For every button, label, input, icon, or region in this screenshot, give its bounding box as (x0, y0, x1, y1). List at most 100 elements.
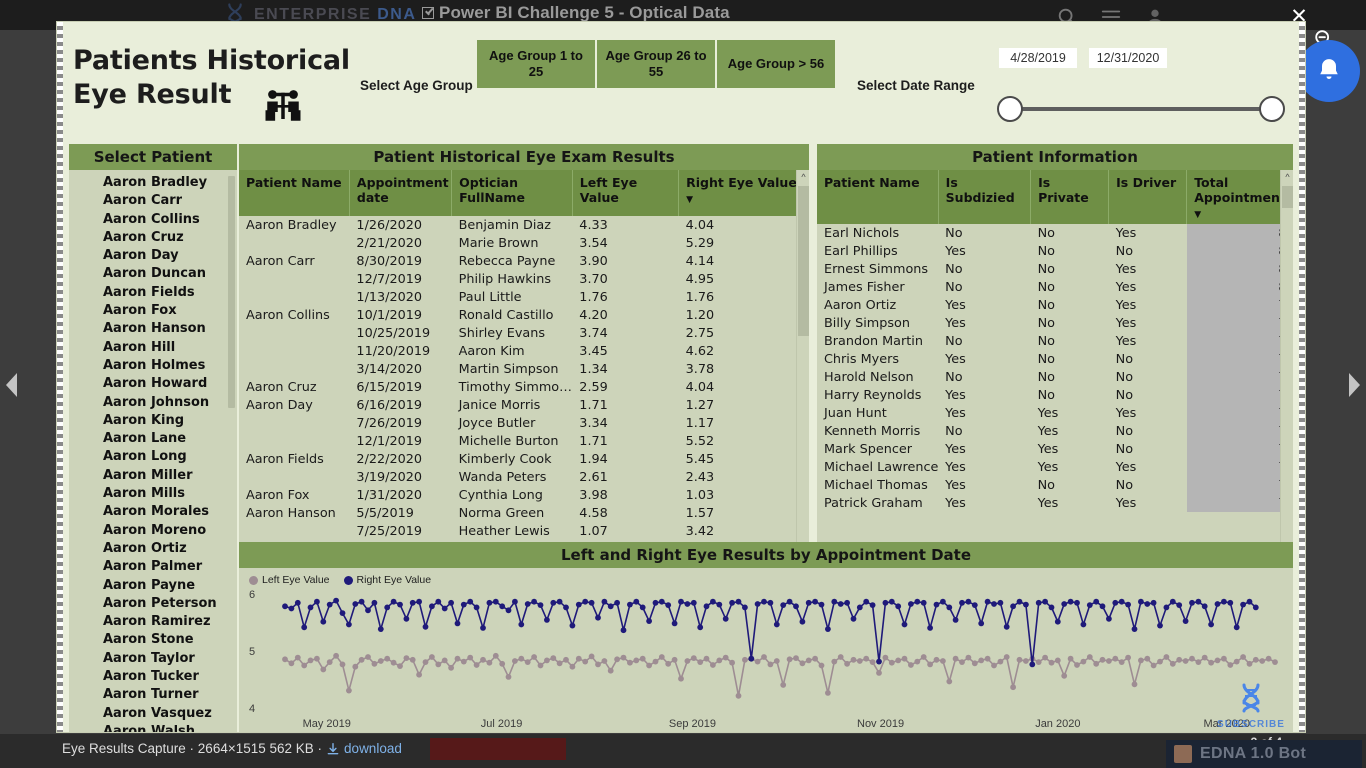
scroll-up-arrow-icon[interactable]: ^ (1281, 170, 1293, 184)
previous-arrow-icon[interactable] (3, 370, 21, 400)
table-row[interactable]: Aaron Cruz 6/15/2019 Timothy Simmo… 2.59 4.0… (239, 378, 809, 396)
table-row[interactable]: Harold NelsonNoNoNo7 (817, 368, 1293, 386)
chart-plot-area[interactable] (239, 590, 1293, 732)
exam-scroll-thumb[interactable] (798, 186, 809, 336)
age-group-button-over-56[interactable]: Age Group > 56 (717, 40, 835, 88)
table-row[interactable]: Harry ReynoldsYesNoNo7 (817, 386, 1293, 404)
patient-list-item[interactable]: Aaron Payne (69, 578, 237, 596)
patient-list-item[interactable]: Aaron Lane (69, 431, 237, 449)
table-row[interactable]: Brandon MartinNoNoYes7 (817, 332, 1293, 350)
patient-list-item[interactable]: Aaron Day (69, 248, 237, 266)
patient-list[interactable]: Aaron Bradley Aaron Carr Aaron Collins Aaro… (69, 170, 237, 732)
table-row[interactable]: James FisherNoNoYes8 (817, 278, 1293, 296)
table-row[interactable]: 7/26/2019 Joyce Butler 3.34 1.17 (239, 414, 809, 432)
notification-bell-button[interactable] (1298, 40, 1360, 102)
table-row[interactable]: 3/14/2020 Martin Simpson 1.34 3.78 (239, 360, 809, 378)
age-group-button-26-55[interactable]: Age Group 26 to 55 (597, 40, 715, 88)
table-cell: 1.57 (678, 504, 809, 522)
patient-list-item[interactable]: Aaron Duncan (69, 266, 237, 284)
table-row[interactable]: 10/25/2019 Shirley Evans 3.74 2.75 (239, 324, 809, 342)
patient-list-item[interactable]: Aaron Cruz (69, 230, 237, 248)
table-row[interactable]: Aaron Carr 8/30/2019 Rebecca Payne 3.90 4.14 (239, 252, 809, 270)
table-row[interactable]: Chris MyersYesNoNo7 (817, 350, 1293, 368)
date-end-input[interactable]: 12/31/2020 (1089, 48, 1167, 68)
table-row[interactable]: 11/20/2019 Aaron Kim 3.45 4.62 (239, 342, 809, 360)
table-row[interactable]: 3/19/2020 Wanda Peters 2.61 2.43 (239, 468, 809, 486)
column-header[interactable]: Optician FullName (451, 170, 573, 216)
date-start-input[interactable]: 4/28/2019 (999, 48, 1077, 68)
patient-list-item[interactable]: Aaron Hill (69, 340, 237, 358)
table-row[interactable]: 2/21/2020 Marie Brown 3.54 5.29 (239, 234, 809, 252)
table-row[interactable]: 1/13/2020 Paul Little 1.76 1.76 (239, 288, 809, 306)
table-row[interactable]: Michael LawrenceYesYesYes7 (817, 458, 1293, 476)
column-header[interactable]: Total Appointment▼ (1186, 170, 1293, 224)
table-row[interactable]: Juan HuntYesYesYes7 (817, 404, 1293, 422)
table-row[interactable]: 7/25/2019 Heather Lewis 1.07 3.42 (239, 522, 809, 540)
legend-item-left-eye[interactable]: Left Eye Value (249, 574, 330, 586)
patient-list-item[interactable]: Aaron King (69, 413, 237, 431)
info-table-scrollbar[interactable]: ^ ⌄ (1280, 170, 1293, 555)
scroll-up-arrow-icon[interactable]: ^ (797, 170, 809, 184)
column-header[interactable]: Appointment date (349, 170, 453, 216)
legend-item-right-eye[interactable]: Right Eye Value (343, 574, 431, 586)
table-row[interactable]: 12/1/2019 Michelle Burton 1.71 5.52 (239, 432, 809, 450)
column-header[interactable]: Patient Name (817, 170, 939, 224)
patient-list-item[interactable]: Aaron Bradley (69, 175, 237, 193)
column-header[interactable]: Is Private (1030, 170, 1110, 224)
edna-bot-bar[interactable]: EDNA 1.0 Bot (1166, 740, 1362, 768)
patient-list-item[interactable]: Aaron Fox (69, 303, 237, 321)
table-row[interactable]: Kenneth MorrisNoYesNo7 (817, 422, 1293, 440)
patient-list-item[interactable]: Aaron Collins (69, 212, 237, 230)
patient-list-item[interactable]: Aaron Hanson (69, 321, 237, 339)
column-header[interactable]: Is Subdizied (938, 170, 1032, 224)
patient-list-item[interactable]: Aaron Walsh (69, 724, 237, 732)
patient-list-item[interactable]: Aaron Taylor (69, 651, 237, 669)
patient-list-item[interactable]: Aaron Johnson (69, 395, 237, 413)
table-row[interactable]: Aaron Day 6/16/2019 Janice Morris 1.71 1.27 (239, 396, 809, 414)
patient-list-item[interactable]: Aaron Ortiz (69, 541, 237, 559)
patient-list-item[interactable]: Aaron Turner (69, 687, 237, 705)
table-row[interactable]: Mark SpencerYesYesNo7 (817, 440, 1293, 458)
patient-list-item[interactable]: Aaron Vasquez (69, 706, 237, 724)
table-row[interactable]: Earl PhillipsYesNoNo8 (817, 242, 1293, 260)
slider-thumb-start[interactable] (997, 96, 1023, 122)
download-link[interactable]: download (326, 741, 402, 756)
table-row[interactable]: Ernest SimmonsNoNoYes8 (817, 260, 1293, 278)
patient-list-item[interactable]: Aaron Palmer (69, 559, 237, 577)
patient-list-item[interactable]: Aaron Stone (69, 632, 237, 650)
patient-list-item[interactable]: Aaron Tucker (69, 669, 237, 687)
patient-list-item[interactable]: Aaron Peterson (69, 596, 237, 614)
table-row[interactable]: Aaron Hanson 5/5/2019 Norma Green 4.58 1.57 (239, 504, 809, 522)
patient-list-item[interactable]: Aaron Morales (69, 504, 237, 522)
table-row[interactable]: 12/7/2019 Philip Hawkins 3.70 4.95 (239, 270, 809, 288)
age-group-button-1-25[interactable]: Age Group 1 to 25 (477, 40, 595, 88)
patient-list-item[interactable]: Aaron Mills (69, 486, 237, 504)
info-scroll-thumb[interactable] (1282, 186, 1293, 208)
table-row[interactable]: Billy SimpsonYesNoYes7 (817, 314, 1293, 332)
column-header[interactable]: Right Eye Value▼ (678, 170, 809, 216)
date-range-slider[interactable] (997, 94, 1285, 124)
patient-list-scrollbar-thumb[interactable] (228, 176, 235, 408)
next-arrow-icon[interactable] (1345, 370, 1363, 400)
table-row[interactable]: Aaron Collins 10/1/2019 Ronald Castillo 4.2… (239, 306, 809, 324)
slider-thumb-end[interactable] (1259, 96, 1285, 122)
patient-list-item[interactable]: Aaron Ramirez (69, 614, 237, 632)
patient-list-item[interactable]: Aaron Moreno (69, 523, 237, 541)
table-row[interactable]: Aaron Bradley 1/26/2020 Benjamin Diaz 4.33 4… (239, 216, 809, 234)
column-header[interactable]: Patient Name (239, 170, 350, 216)
patient-list-item[interactable]: Aaron Fields (69, 285, 237, 303)
table-row[interactable]: Earl NicholsNoNoYes8 (817, 224, 1293, 242)
table-row[interactable]: Michael ThomasYesNoNo7 (817, 476, 1293, 494)
patient-list-item[interactable]: Aaron Carr (69, 193, 237, 211)
table-row[interactable]: Aaron Fields 2/22/2020 Kimberly Cook 1.94 5.… (239, 450, 809, 468)
patient-list-item[interactable]: Aaron Miller (69, 468, 237, 486)
patient-list-item[interactable]: Aaron Holmes (69, 358, 237, 376)
table-row[interactable]: Patrick GrahamYesYesYes7 (817, 494, 1293, 512)
column-header[interactable]: Left Eye Value (572, 170, 680, 216)
patient-list-item[interactable]: Aaron Long (69, 449, 237, 467)
patient-list-item[interactable]: Aaron Howard (69, 376, 237, 394)
table-row[interactable]: Aaron Fox 1/31/2020 Cynthia Long 3.98 1.03 (239, 486, 809, 504)
table-row[interactable]: Aaron OrtizYesNoYes7 (817, 296, 1293, 314)
column-header[interactable]: Is Driver (1108, 170, 1188, 224)
exam-table-scrollbar[interactable]: ^ ⌄ (796, 170, 809, 555)
